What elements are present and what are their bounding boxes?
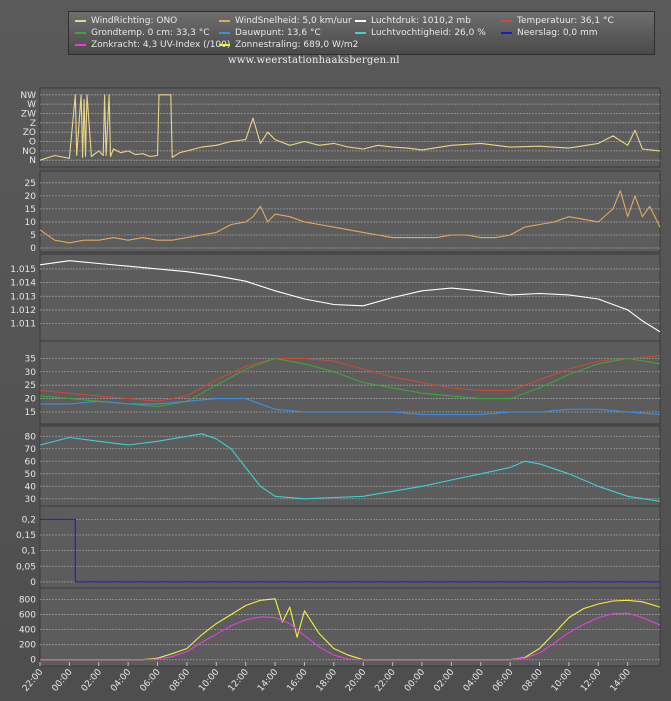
x-tick-label: 20:00 bbox=[344, 667, 369, 694]
y-tick-label-rain: 0,2 bbox=[22, 515, 36, 525]
x-tick-label: 04:00 bbox=[462, 667, 487, 694]
y-tick-label-rain: 0,1 bbox=[22, 547, 36, 557]
y-tick-label-humidity: 50 bbox=[25, 470, 37, 480]
x-tick-label: 18:00 bbox=[315, 667, 340, 694]
y-tick-label-solar: 800 bbox=[19, 596, 36, 606]
y-tick-label-wind_speed: 15 bbox=[25, 205, 36, 215]
y-tick-label-solar: 200 bbox=[19, 641, 36, 651]
weather-chart: NWWZWZZOONON05101520251.0111.0121.0131.0… bbox=[10, 87, 661, 694]
x-tick-label: 00:00 bbox=[50, 667, 75, 694]
y-tick-label-solar: 600 bbox=[19, 611, 36, 621]
panel-rain-background bbox=[39, 505, 661, 590]
x-tick-label: 12:00 bbox=[227, 667, 252, 694]
y-tick-label-temperature: 30 bbox=[25, 368, 37, 378]
y-tick-label-solar: 400 bbox=[19, 626, 36, 636]
y-tick-label-temperature: 25 bbox=[25, 381, 36, 391]
y-tick-label-temperature: 20 bbox=[25, 395, 37, 405]
x-tick-label: 08:00 bbox=[520, 667, 545, 694]
y-tick-label-humidity: 40 bbox=[25, 482, 37, 492]
y-tick-label-pressure: 1.015 bbox=[10, 265, 36, 275]
y-tick-label-pressure: 1.011 bbox=[10, 320, 36, 330]
x-tick-label: 14:00 bbox=[609, 667, 634, 694]
y-tick-label-temperature: 15 bbox=[25, 408, 36, 418]
x-tick-label: 16:00 bbox=[285, 667, 310, 694]
x-tick-label: 10:00 bbox=[550, 667, 575, 694]
panel-pressure-background bbox=[39, 253, 661, 345]
x-tick-label: 02:00 bbox=[432, 667, 457, 694]
weather-chart-page: { "legend": { "wind_dir": "WindRichting:… bbox=[0, 0, 671, 701]
y-tick-label-solar: 0 bbox=[30, 656, 36, 666]
y-tick-label-temperature: 35 bbox=[25, 354, 36, 364]
y-tick-label-rain: 0,15 bbox=[16, 531, 36, 541]
y-tick-label-humidity: 80 bbox=[25, 432, 37, 442]
x-tick-label: 10:00 bbox=[197, 667, 222, 694]
y-tick-label-humidity: 70 bbox=[25, 445, 37, 455]
x-tick-label: 06:00 bbox=[491, 667, 516, 694]
x-tick-label: 12:00 bbox=[579, 667, 604, 694]
y-tick-label-pressure: 1.012 bbox=[10, 306, 36, 316]
x-tick-label: 02:00 bbox=[80, 667, 105, 694]
y-tick-label-wind_dir: N bbox=[29, 156, 36, 166]
y-tick-label-humidity: 30 bbox=[25, 495, 37, 505]
x-tick-label: 00:00 bbox=[403, 667, 428, 694]
y-tick-label-rain: 0,05 bbox=[16, 562, 36, 572]
x-tick-label: 22:00 bbox=[21, 667, 46, 694]
x-tick-label: 14:00 bbox=[256, 667, 281, 694]
y-tick-label-wind_speed: 10 bbox=[25, 218, 37, 228]
x-tick-label: 08:00 bbox=[168, 667, 193, 694]
x-tick-label: 22:00 bbox=[374, 667, 399, 694]
y-tick-label-pressure: 1.014 bbox=[10, 279, 36, 289]
panel-wind_dir-background bbox=[39, 87, 661, 168]
y-tick-label-rain: 0 bbox=[30, 578, 36, 588]
y-tick-label-humidity: 60 bbox=[25, 457, 37, 467]
y-tick-label-wind_speed: 25 bbox=[25, 179, 36, 189]
x-tick-label: 06:00 bbox=[139, 667, 164, 694]
y-tick-label-wind_speed: 20 bbox=[25, 192, 37, 202]
y-tick-label-pressure: 1.013 bbox=[10, 292, 36, 302]
y-tick-label-wind_speed: 0 bbox=[30, 244, 36, 254]
x-tick-label: 04:00 bbox=[109, 667, 134, 694]
y-tick-label-wind_speed: 5 bbox=[30, 231, 36, 241]
